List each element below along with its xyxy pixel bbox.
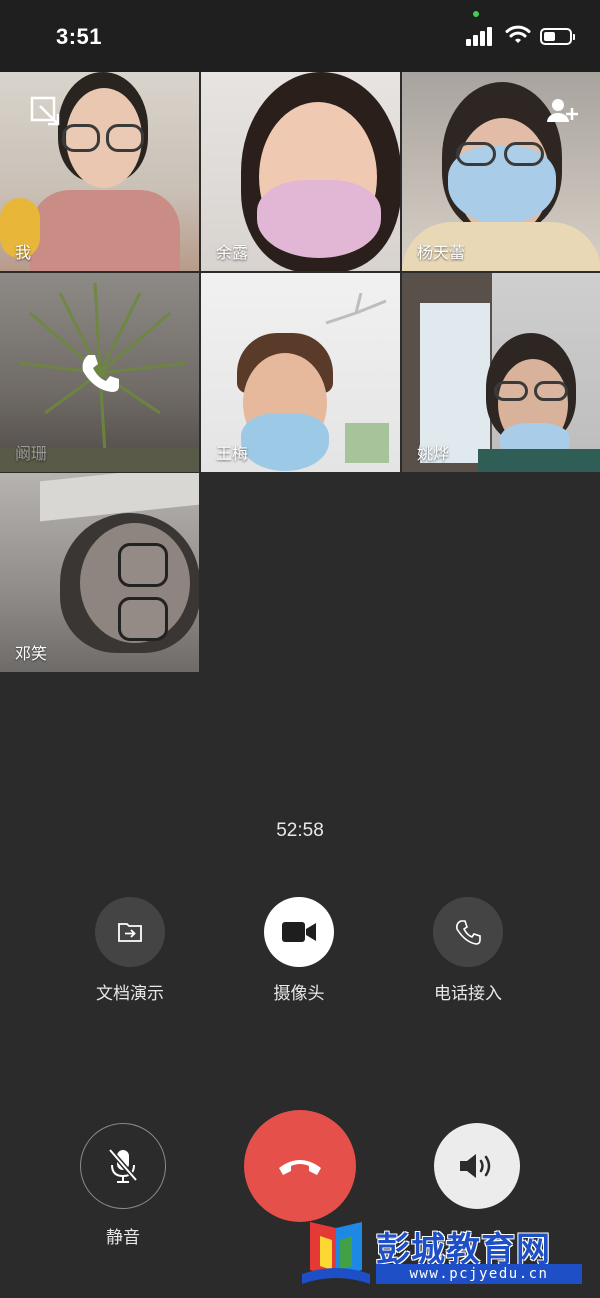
mute-button[interactable]: 静音: [78, 1123, 168, 1248]
document-share-button[interactable]: 文档演示: [60, 897, 200, 1004]
battery-icon: [540, 28, 575, 45]
watermark: 彭城教育网 www.pcjyedu.cn: [298, 1218, 588, 1288]
book-logo: [302, 1222, 370, 1284]
participant-name: 姚烨: [417, 444, 450, 463]
camera-button[interactable]: 摄像头: [229, 897, 369, 1004]
status-bar: 3:51: [0, 0, 600, 72]
call-duration: 52:58: [276, 820, 324, 841]
mute-label: 静音: [106, 1228, 140, 1248]
participant-name: 我: [15, 243, 32, 262]
participant-name: 王梅: [216, 444, 249, 463]
speaker-button[interactable]: [434, 1123, 520, 1209]
participant-name: 杨天蕾: [417, 243, 466, 262]
participant-tile-self[interactable]: 我: [0, 72, 199, 271]
watermark-url: www.pcjyedu.cn: [376, 1264, 582, 1284]
hang-up-button[interactable]: [244, 1110, 356, 1222]
minimize-window-icon[interactable]: [28, 94, 64, 130]
speaker-icon[interactable]: [434, 1123, 520, 1209]
participant-tile-calling[interactable]: 阚珊: [0, 273, 199, 472]
wifi-icon: [505, 25, 531, 43]
camera-in-use-indicator: [473, 11, 479, 17]
document-share-icon[interactable]: [95, 897, 165, 967]
hang-up-icon[interactable]: [244, 1110, 356, 1222]
add-member-icon[interactable]: [544, 94, 580, 130]
participant-tile[interactable]: 余露: [201, 72, 400, 271]
calling-phone-icon: [82, 355, 119, 392]
status-time: 3:51: [56, 24, 103, 49]
participant-name: 阚珊: [15, 444, 48, 463]
phone-icon[interactable]: [433, 897, 503, 967]
signal-icon: [466, 26, 494, 48]
participant-tile[interactable]: 姚烨: [402, 273, 600, 472]
participant-tile[interactable]: 邓笑: [0, 473, 199, 672]
ceiling-fan: [325, 293, 387, 325]
microphone-off-icon[interactable]: [80, 1123, 166, 1209]
participant-tile[interactable]: 王梅: [201, 273, 400, 472]
participant-name: 余露: [216, 243, 249, 262]
participant-name: 邓笑: [15, 644, 48, 663]
phone-dial-in-button[interactable]: 电话接入: [398, 897, 538, 1004]
phone-dial-in-label: 电话接入: [434, 984, 502, 1004]
participant-tile[interactable]: 杨天蕾: [402, 72, 600, 271]
video-camera-icon[interactable]: [264, 897, 334, 967]
camera-label: 摄像头: [273, 984, 325, 1004]
document-share-label: 文档演示: [96, 984, 164, 1004]
